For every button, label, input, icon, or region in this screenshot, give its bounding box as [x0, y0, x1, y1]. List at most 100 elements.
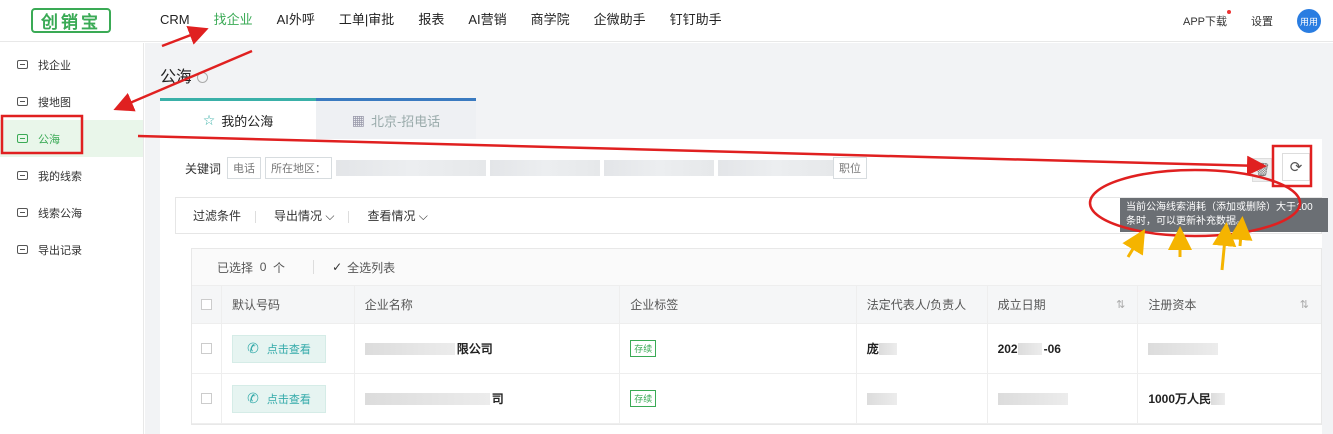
founded-date-cell: 202 -06 — [988, 324, 1139, 373]
nav-crm[interactable]: CRM — [148, 0, 202, 42]
company-name-text: 司 — [491, 392, 504, 406]
column-registered-capital[interactable]: 注册资本 ⇅ — [1138, 286, 1321, 323]
column-company-name: 企业名称 — [355, 286, 621, 323]
nav-business-school[interactable]: 商学院 — [519, 0, 582, 42]
sidebar-item-export-records[interactable]: 导出记录 — [0, 231, 143, 268]
top-right-area: APP下载 设置 用用 — [1183, 0, 1321, 42]
table-row: ✆ 点击查看 限公司 存续 庞 202 -06 — [192, 324, 1321, 374]
blurred-chip — [336, 160, 487, 176]
divider — [255, 210, 257, 223]
app-download-link[interactable]: APP下载 — [1182, 10, 1231, 29]
sidebar-item-my-leads[interactable]: 我的线索 — [0, 157, 143, 194]
nav-wecom-assistant[interactable]: 企微助手 — [582, 0, 658, 42]
divider — [313, 260, 315, 274]
tab-my-pool[interactable]: ☆ 我的公海 — [160, 98, 316, 139]
logo[interactable]: 创销宝 — [31, 8, 111, 33]
view-number-label: 点击查看 — [266, 343, 311, 356]
status-badge: 存续 — [630, 340, 657, 357]
legal-rep-cell — [857, 374, 988, 423]
view-number-button[interactable]: ✆ 点击查看 — [231, 334, 326, 363]
sidebar-item-find-company[interactable]: 找企业 — [0, 46, 143, 83]
filter-chip-region[interactable]: 所在地区： — [265, 157, 333, 179]
blurred-text — [866, 392, 897, 405]
view-number-button[interactable]: ✆ 点击查看 — [231, 384, 326, 413]
capital-cell: 1000万人民 — [1138, 374, 1321, 423]
nav-ai-call[interactable]: AI外呼 — [265, 0, 327, 42]
select-all-button[interactable]: 全选列表 — [347, 259, 395, 276]
company-tag-cell: 存续 — [620, 374, 857, 423]
row-checkbox[interactable] — [201, 393, 212, 404]
help-icon[interactable] — [197, 72, 209, 84]
sidebar-item-map-search[interactable]: 搜地图 — [0, 83, 143, 120]
selected-label: 已选择 — [217, 260, 254, 275]
filter-chip-position[interactable]: 职位 — [833, 157, 868, 179]
company-name-cell[interactable]: 限公司 — [355, 324, 621, 373]
selection-bar: 已选择 0 个 ✓ 全选列表 — [192, 249, 1321, 286]
tab-beijing-pool[interactable]: ▦ 北京-招电话 — [316, 98, 476, 139]
app-download-label: APP下载 — [1182, 16, 1227, 28]
main-nav: CRM 找企业 AI外呼 工单|审批 报表 AI营销 商学院 企微助手 钉钉助手 — [148, 0, 734, 42]
date-tail-text: -06 — [1043, 341, 1061, 356]
nav-ai-marketing[interactable]: AI营销 — [456, 0, 518, 42]
blurred-chip — [604, 160, 715, 176]
blurred-text — [1211, 392, 1226, 405]
sidebar-item-label: 找企业 — [38, 59, 71, 72]
capital-cell — [1138, 324, 1321, 373]
avatar[interactable]: 用用 — [1297, 9, 1321, 33]
company-name-text: 限公司 — [456, 342, 493, 356]
top-navbar: 创销宝 CRM 找企业 AI外呼 工单|审批 报表 AI营销 商学院 企微助手 … — [0, 0, 1333, 42]
sidebar-item-public-pool[interactable]: 公海 — [0, 120, 143, 157]
settings-link[interactable]: 设置 — [1251, 13, 1273, 29]
export-status-dropdown[interactable]: 导出情况 ⌵ — [274, 207, 350, 224]
company-name-cell[interactable]: 司 — [355, 374, 621, 423]
nav-dingtalk-assistant[interactable]: 钉钉助手 — [658, 0, 734, 42]
blurred-text — [878, 342, 897, 355]
header-checkbox[interactable] — [201, 299, 212, 310]
filter-conditions-button[interactable]: 过滤条件 — [193, 207, 257, 224]
legal-rep-text: 庞 — [866, 342, 879, 356]
trash-icon[interactable]: 🗑 — [1252, 158, 1272, 182]
main-content: 公海 ☆ 我的公海 ▦ 北京-招电话 关键词 电话 所在地区： 职位 🗑 ⟳ 过滤条… — [145, 43, 1333, 434]
tool-label: 过滤条件 — [193, 209, 242, 223]
sidebar: 找企业 搜地图 公海 我的线索 线索公海 导出记录 — [0, 43, 144, 434]
table-header: 默认号码 企业名称 企业标签 法定代表人/负责人 成立日期 ⇅ 注册资本 ⇅ — [192, 286, 1321, 324]
column-founded-date[interactable]: 成立日期 ⇅ — [988, 286, 1139, 323]
message-icon — [17, 97, 28, 106]
default-number-cell: ✆ 点击查看 — [222, 324, 355, 373]
sort-icon[interactable]: ⇅ — [1116, 298, 1125, 311]
company-table: 已选择 0 个 ✓ 全选列表 默认号码 企业名称 企业标签 法定代表人/负责人 … — [191, 248, 1322, 425]
message-icon — [17, 134, 28, 143]
refresh-icon[interactable]: ⟳ — [1282, 153, 1310, 181]
sort-icon[interactable]: ⇅ — [1300, 298, 1309, 311]
default-number-cell: ✆ 点击查看 — [222, 374, 355, 423]
selected-count: 0 — [259, 260, 267, 274]
page-title-text: 公海 — [160, 69, 193, 86]
building-icon: ▦ — [351, 111, 365, 128]
sidebar-item-label: 公海 — [38, 133, 60, 146]
sidebar-item-label: 我的线索 — [38, 170, 82, 183]
nav-ticket-approval[interactable]: 工单|审批 — [327, 0, 406, 42]
divider — [348, 210, 350, 223]
message-icon — [17, 60, 28, 69]
view-status-dropdown[interactable]: 查看情况 ⌵ — [367, 207, 427, 224]
column-legal-rep: 法定代表人/负责人 — [857, 286, 988, 323]
date-text: 202 — [997, 341, 1018, 356]
nav-find-company[interactable]: 找企业 — [202, 0, 265, 42]
header-checkbox-cell — [192, 286, 222, 323]
blurred-chip — [718, 160, 834, 176]
blurred-text — [364, 342, 455, 355]
capital-text: 1000万人民 — [1148, 392, 1212, 406]
nav-reports[interactable]: 报表 — [406, 0, 456, 42]
legal-rep-cell: 庞 — [857, 324, 988, 373]
message-icon — [17, 245, 28, 254]
tab-label: 我的公海 — [221, 113, 274, 129]
row-checkbox[interactable] — [201, 343, 212, 354]
blurred-text — [1148, 342, 1219, 355]
filter-chip-phone[interactable]: 电话 — [227, 157, 262, 179]
page-title: 公海 — [160, 63, 209, 87]
tab-label: 北京-招电话 — [370, 113, 441, 129]
tool-label: 查看情况 ⌵ — [367, 209, 428, 223]
check-icon: ✓ — [332, 260, 343, 274]
table-row: ✆ 点击查看 司 存续 1000万人民 — [192, 374, 1321, 424]
sidebar-item-lead-pool[interactable]: 线索公海 — [0, 194, 143, 231]
